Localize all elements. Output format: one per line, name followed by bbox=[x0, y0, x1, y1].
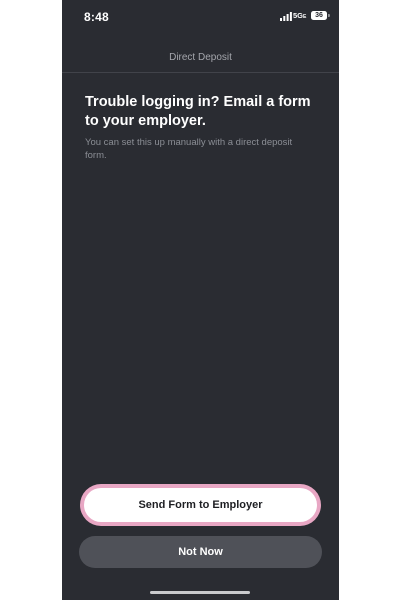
status-time: 8:48 bbox=[84, 10, 109, 24]
description-text: You can set this up manually with a dire… bbox=[85, 137, 293, 161]
home-indicator[interactable] bbox=[150, 591, 250, 594]
app-screen: 8:48 5GE 36 Direct Deposit Trouble loggi… bbox=[62, 0, 339, 600]
nav-header: Direct Deposit bbox=[62, 44, 339, 73]
headline: Trouble logging in? Email a form to your… bbox=[85, 94, 311, 129]
battery-tip bbox=[328, 14, 330, 17]
network-type: 5GE bbox=[293, 11, 307, 20]
page-title: Direct Deposit bbox=[169, 52, 232, 63]
status-bar: 8:48 5GE 36 bbox=[62, 0, 339, 34]
cellular-signal-icon bbox=[280, 12, 292, 21]
battery-icon: 36 bbox=[311, 11, 327, 20]
send-form-button[interactable]: Send Form to Employer bbox=[84, 488, 317, 522]
not-now-button[interactable]: Not Now bbox=[79, 536, 322, 568]
